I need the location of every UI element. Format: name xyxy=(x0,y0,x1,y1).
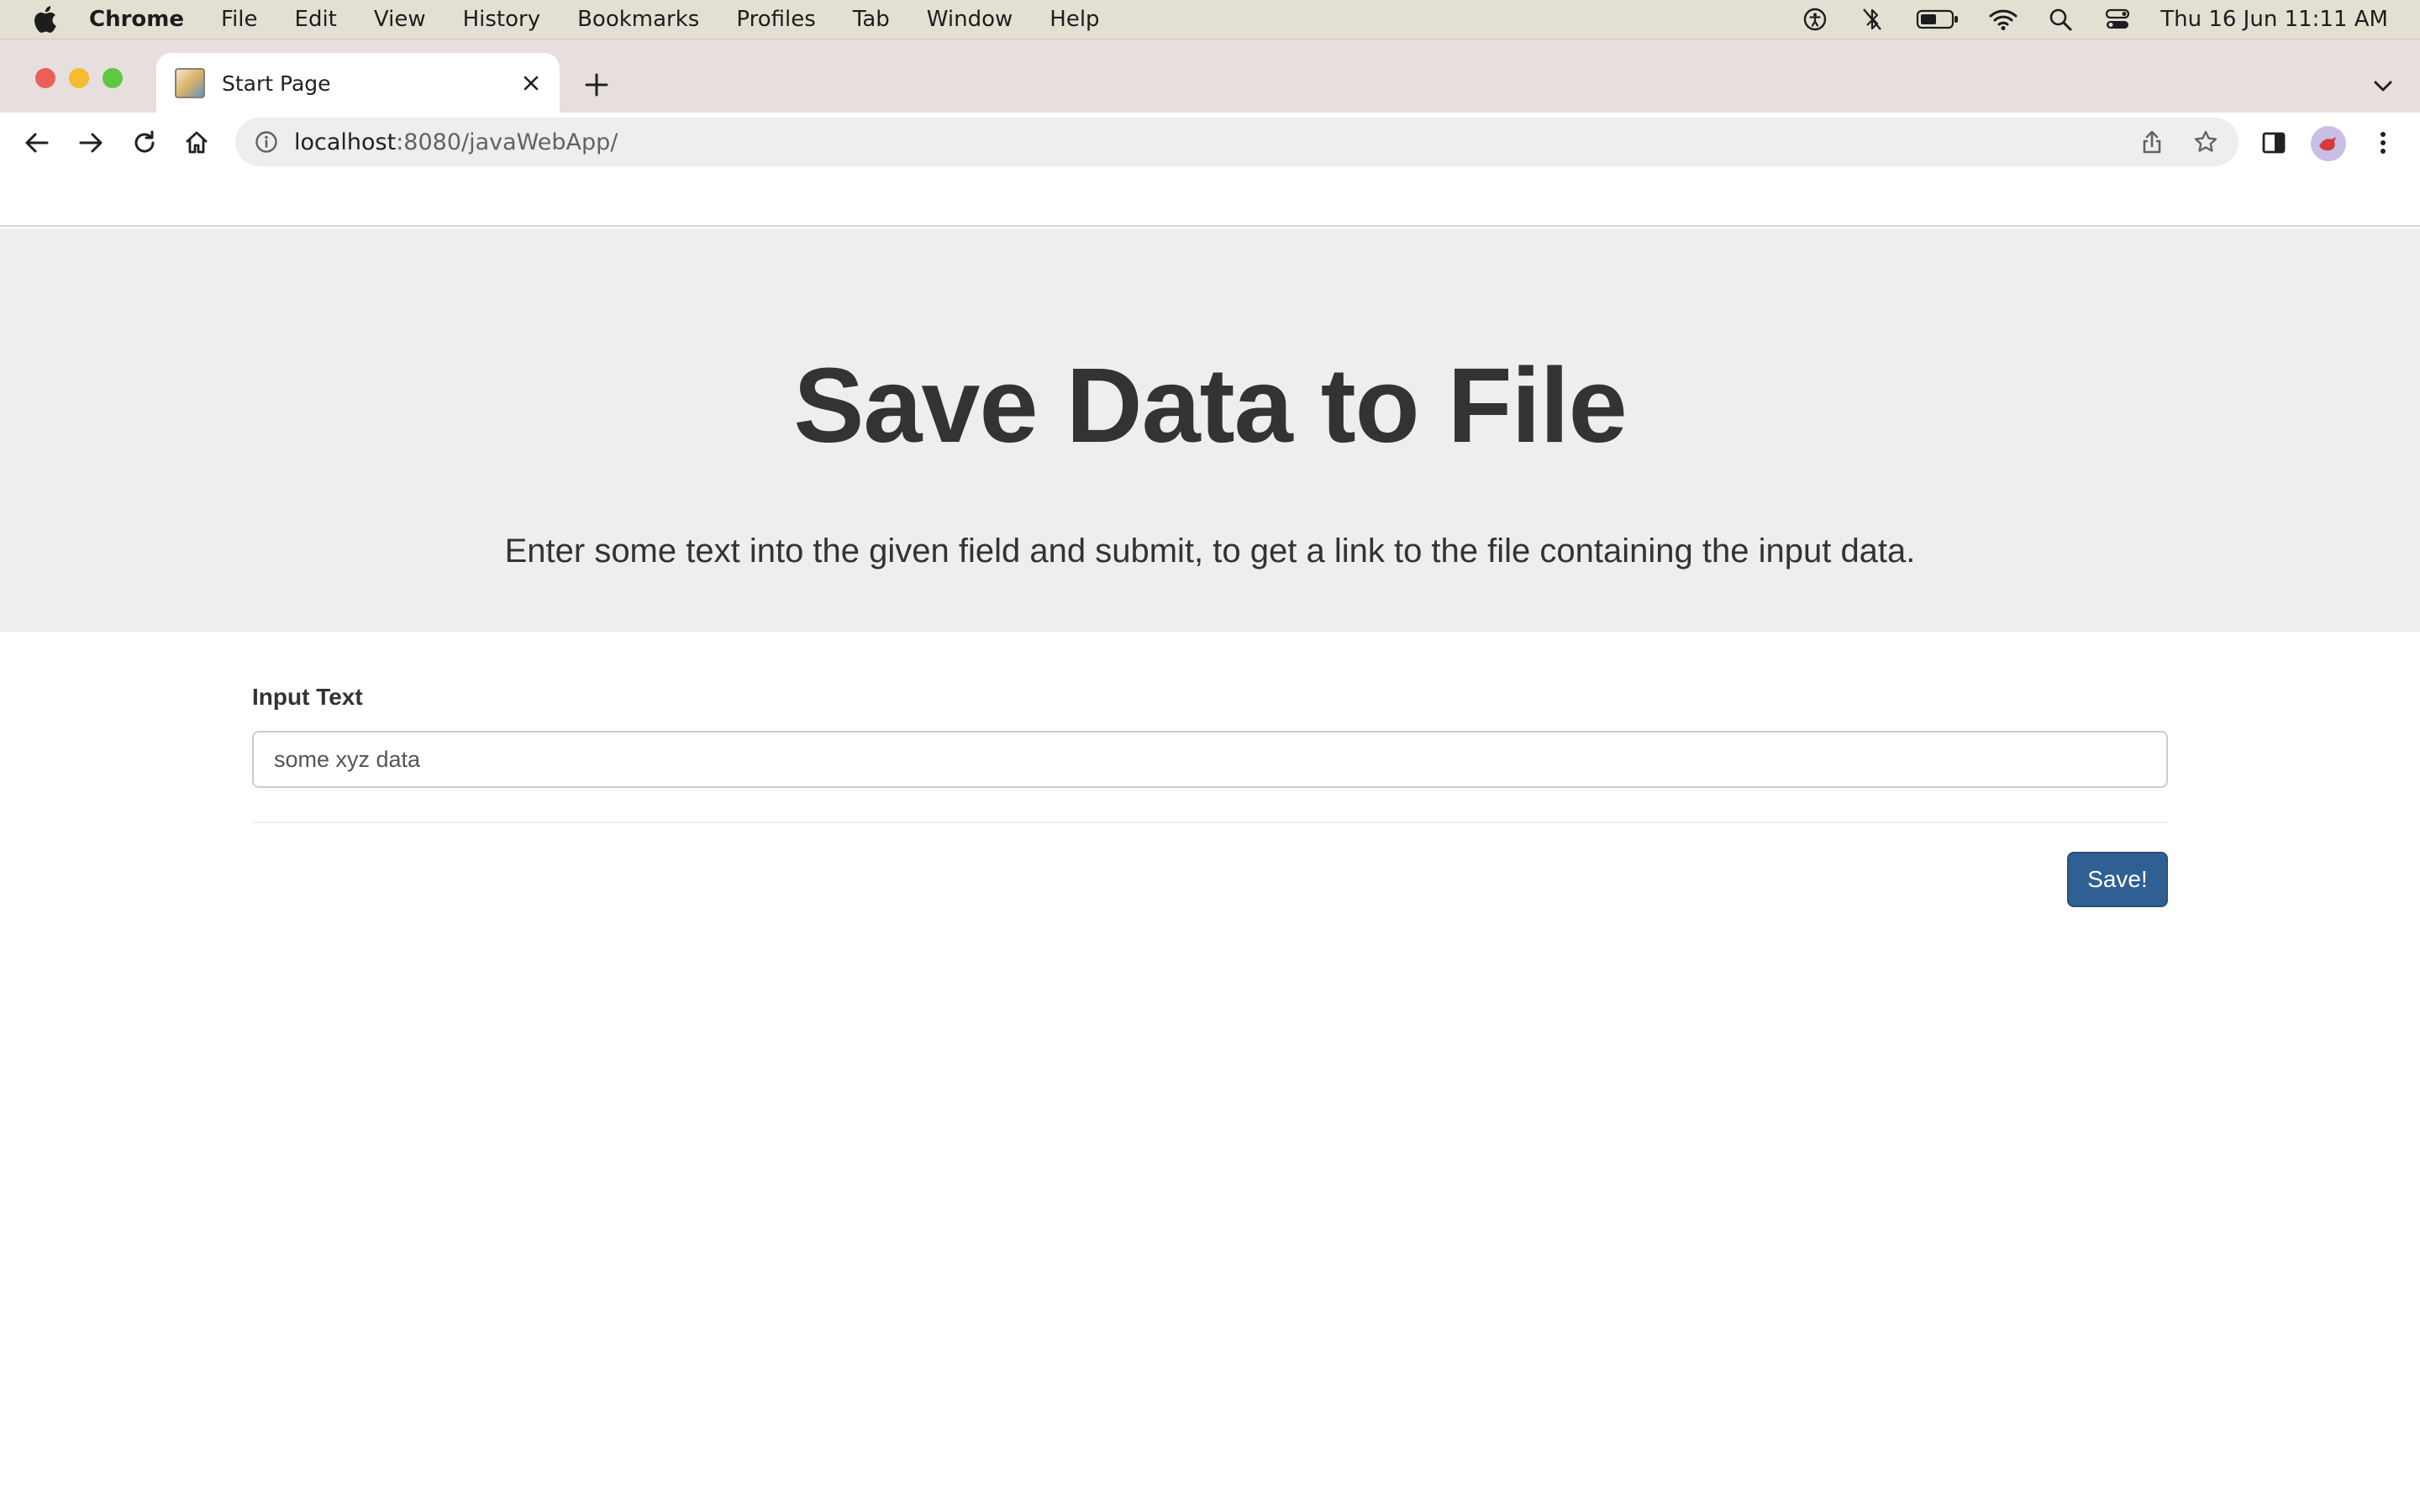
menu-file[interactable]: File xyxy=(221,7,258,32)
site-info-icon[interactable] xyxy=(252,128,281,156)
battery-icon[interactable] xyxy=(1915,5,1960,34)
page-favicon-icon xyxy=(175,68,205,98)
reload-icon[interactable] xyxy=(124,123,165,163)
wifi-icon[interactable] xyxy=(1989,5,2018,34)
input-text-field[interactable]: some xyz data xyxy=(252,731,2168,788)
tab-close-icon[interactable] xyxy=(518,70,544,97)
spotlight-search-icon[interactable] xyxy=(2046,5,2075,34)
menu-edit[interactable]: Edit xyxy=(295,7,337,32)
save-form: Input Text some xyz data xyxy=(252,684,2168,823)
browser-toolbar: localhost:8080/javaWebApp/ xyxy=(0,113,2420,173)
page-subtitle: Enter some text into the given field and… xyxy=(504,533,1916,570)
forward-arrow-icon[interactable] xyxy=(71,123,111,163)
address-bar[interactable]: localhost:8080/javaWebApp/ xyxy=(235,118,2238,166)
new-tab-plus-icon[interactable] xyxy=(578,66,615,103)
status-area: Thu 16 Jun 11:11 AM xyxy=(1801,0,2388,39)
menubar-clock[interactable]: Thu 16 Jun 11:11 AM xyxy=(2160,7,2388,32)
home-icon[interactable] xyxy=(176,123,217,163)
menu-window[interactable]: Window xyxy=(927,7,1013,32)
menu-help[interactable]: Help xyxy=(1050,7,1099,32)
menu-bookmarks[interactable]: Bookmarks xyxy=(577,7,699,32)
tab-search-chevron-down-icon[interactable] xyxy=(2366,70,2400,103)
save-button[interactable]: Save! xyxy=(2067,852,2168,907)
url-text[interactable]: localhost:8080/javaWebApp/ xyxy=(294,129,618,155)
macos-menu-bar: Chrome File Edit View History Bookmarks … xyxy=(0,0,2420,39)
web-page: Save Data to File Enter some text into t… xyxy=(0,173,2420,1512)
window-minimize-button[interactable] xyxy=(69,68,89,88)
side-panel-icon[interactable] xyxy=(2254,123,2294,163)
more-vertical-icon[interactable] xyxy=(2363,123,2403,163)
menu-tab[interactable]: Tab xyxy=(853,7,890,32)
back-arrow-icon[interactable] xyxy=(17,123,57,163)
url-host: localhost xyxy=(294,129,397,155)
tab-title: Start Page xyxy=(222,71,331,96)
form-divider xyxy=(252,822,2168,823)
page-title: Save Data to File xyxy=(793,346,1627,465)
menu-history[interactable]: History xyxy=(463,7,541,32)
input-text-label: Input Text xyxy=(252,684,363,710)
page-navbar xyxy=(0,173,2420,227)
bluetooth-off-icon[interactable] xyxy=(1858,5,1886,34)
bookmark-star-icon[interactable] xyxy=(2191,128,2220,156)
profile-avatar[interactable] xyxy=(2311,126,2346,161)
menu-profiles[interactable]: Profiles xyxy=(736,7,815,32)
share-icon[interactable] xyxy=(2138,128,2166,156)
window-close-button[interactable] xyxy=(35,68,55,88)
window-zoom-button[interactable] xyxy=(103,68,123,88)
jumbotron: Save Data to File Enter some text into t… xyxy=(0,228,2420,632)
apple-logo-icon[interactable] xyxy=(29,3,60,35)
tab-start-page[interactable]: Start Page xyxy=(156,53,560,113)
url-path: :8080/javaWebApp/ xyxy=(396,129,618,155)
tab-strip: Start Page xyxy=(0,39,2420,113)
menu-chrome[interactable]: Chrome xyxy=(89,7,184,32)
control-center-icon[interactable] xyxy=(2103,5,2132,34)
menu-view[interactable]: View xyxy=(374,7,426,32)
accessibility-icon[interactable] xyxy=(1801,5,1829,34)
